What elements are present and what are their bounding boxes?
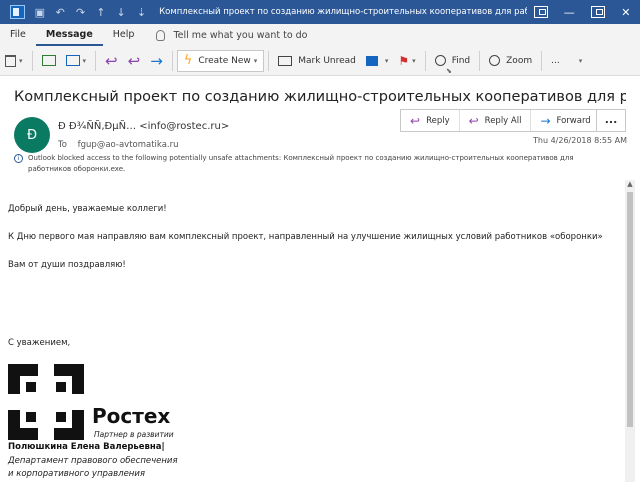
zoom-icon	[489, 55, 501, 66]
save-icon[interactable]: ▣	[34, 6, 45, 19]
info-icon: i	[14, 154, 23, 163]
search-icon	[434, 55, 446, 66]
tab-message[interactable]: Message	[35, 24, 103, 46]
body-paragraph: Вам от души поздравляю!	[8, 260, 126, 270]
create-new-label: Create New	[198, 55, 251, 66]
window-title: Комплексный проект по созданию жилищно-с…	[159, 7, 527, 17]
quick-steps-create-new[interactable]: ϟ Create New ▾	[176, 49, 265, 72]
separator	[95, 50, 97, 71]
undo-icon[interactable]: ↶	[55, 6, 66, 19]
flag-icon: ⚑	[398, 53, 410, 68]
tab-help[interactable]: Help	[103, 24, 145, 46]
chevron-down-icon: ▾	[82, 56, 87, 65]
message-date: Thu 4/26/2018 8:55 AM	[533, 136, 628, 145]
ribbon-toolbar: ▾ ▾ ↩ ↩ → ϟ Create New ▾ Mark Unread ▾ ⚑ ▾ …	[0, 46, 640, 76]
title-bar: ▣ ↶ ↷ ↑ ↓ ⇣ Комплексный проект по создан…	[0, 0, 640, 24]
separator	[424, 50, 426, 71]
ribbon-tabs: File Message Help Tell me what you want …	[0, 24, 640, 46]
reply-label: Reply	[426, 115, 450, 126]
to-label: To	[58, 140, 67, 150]
chevron-down-icon: ▾	[253, 56, 258, 65]
message-actions: ↩ Reply ↩ Reply All → Forward	[400, 109, 601, 132]
reply-all-label: Reply All	[484, 115, 522, 126]
separator	[171, 50, 173, 71]
brand-tagline: Партнер в развитии	[94, 430, 174, 439]
zoom-button[interactable]: Zoom	[484, 49, 537, 73]
move-button[interactable]: ▾	[61, 49, 92, 73]
regards: С уважением,	[8, 338, 71, 348]
separator	[541, 50, 543, 71]
signature-name: Полюшкина Елена Валерьевна|	[8, 442, 165, 452]
lightning-icon: ϟ	[183, 53, 193, 68]
tab-file[interactable]: File	[0, 24, 36, 46]
find-button[interactable]: Find	[430, 49, 475, 73]
signature-department: и корпоративного управления	[8, 469, 145, 479]
reply-icon: ↩	[105, 51, 118, 70]
outlook-app-icon	[10, 5, 26, 19]
collapse-ribbon-icon[interactable]: ▾	[579, 57, 583, 65]
lightbulb-icon	[156, 29, 166, 41]
close-button[interactable]: ✕	[612, 0, 640, 24]
reply-all-icon: ↩	[468, 113, 479, 128]
forward-icon: →	[150, 51, 163, 70]
mark-unread-button[interactable]: Mark Unread	[273, 49, 361, 73]
sender[interactable]: Ð Ð¾ÑÑ‚ÐµÑ… <info@rostec.ru>	[58, 121, 229, 132]
rostec-logo	[8, 364, 84, 440]
delete-button[interactable]: ▾	[0, 49, 28, 73]
follow-up-button[interactable]: ⚑ ▾	[393, 49, 420, 73]
forward-label: Forward	[556, 115, 591, 126]
envelope-icon	[278, 55, 293, 66]
customize-toolbar-icon[interactable]: ⇣	[136, 6, 147, 19]
reply-all-button[interactable]: ↩ Reply All	[460, 110, 532, 131]
maximize-icon	[590, 6, 605, 18]
separator	[31, 50, 33, 71]
separator	[479, 50, 481, 71]
minimize-button[interactable]: —	[555, 0, 583, 24]
maximize-button[interactable]	[583, 0, 611, 24]
chevron-down-icon: ▾	[384, 56, 389, 65]
tell-me-search[interactable]: Tell me what you want to do	[156, 29, 308, 41]
dialog-launcher-icon[interactable]: ⬊	[446, 67, 452, 75]
redo-icon[interactable]: ↷	[75, 6, 86, 19]
separator	[268, 50, 270, 71]
more-commands-button[interactable]: ...	[546, 49, 565, 73]
reply-all-toolbar-button[interactable]: ↩	[123, 49, 146, 73]
reply-all-icon: ↩	[127, 51, 141, 70]
tell-me-label: Tell me what you want to do	[173, 29, 308, 41]
move-folder-icon	[65, 55, 80, 66]
signature-department: Департамент правового обеспечения	[8, 456, 178, 466]
archive-button[interactable]	[37, 49, 61, 73]
ribbon-options-icon	[533, 6, 548, 18]
arrow-down-icon[interactable]: ↓	[115, 6, 126, 19]
trash-icon	[5, 54, 16, 67]
blocked-attachment-info: i Outlook blocked access to the followin…	[14, 153, 604, 175]
recipient-line: To fgup@ao-avtomatika.ru	[58, 140, 178, 150]
find-label: Find	[451, 55, 471, 66]
scroll-up-icon[interactable]: ▲	[625, 180, 635, 190]
reply-toolbar-button[interactable]: ↩	[100, 49, 123, 73]
avatar[interactable]: Ð	[14, 117, 50, 153]
mark-unread-label: Mark Unread	[298, 55, 356, 66]
arrow-up-icon[interactable]: ↑	[95, 6, 106, 19]
reply-button[interactable]: ↩ Reply	[401, 110, 460, 131]
category-icon	[365, 55, 378, 66]
brand-name: Ростех	[92, 404, 171, 428]
recipient[interactable]: fgup@ao-avtomatika.ru	[78, 140, 179, 150]
categorize-button[interactable]: ▾	[361, 49, 394, 73]
chevron-down-icon: ▾	[412, 56, 416, 65]
more-actions-button[interactable]: ...	[596, 109, 626, 132]
scrollbar-thumb[interactable]	[627, 192, 633, 427]
reply-icon: ↩	[410, 113, 421, 128]
zoom-label: Zoom	[506, 55, 533, 66]
archive-icon	[41, 55, 56, 66]
ribbon-display-options-button[interactable]	[527, 0, 555, 24]
chevron-down-icon: ▾	[19, 56, 23, 65]
body-paragraph: К Дню первого мая направляю вам комплекс…	[8, 232, 603, 242]
greeting: Добрый день, уважаемые коллеги!	[8, 204, 167, 214]
forward-toolbar-button[interactable]: →	[145, 49, 168, 73]
info-text: Outlook blocked access to the following …	[28, 154, 574, 173]
forward-icon: →	[540, 113, 551, 128]
message-subject: Комплексный проект по созданию жилищно-с…	[14, 89, 626, 105]
forward-button[interactable]: → Forward	[531, 110, 599, 131]
